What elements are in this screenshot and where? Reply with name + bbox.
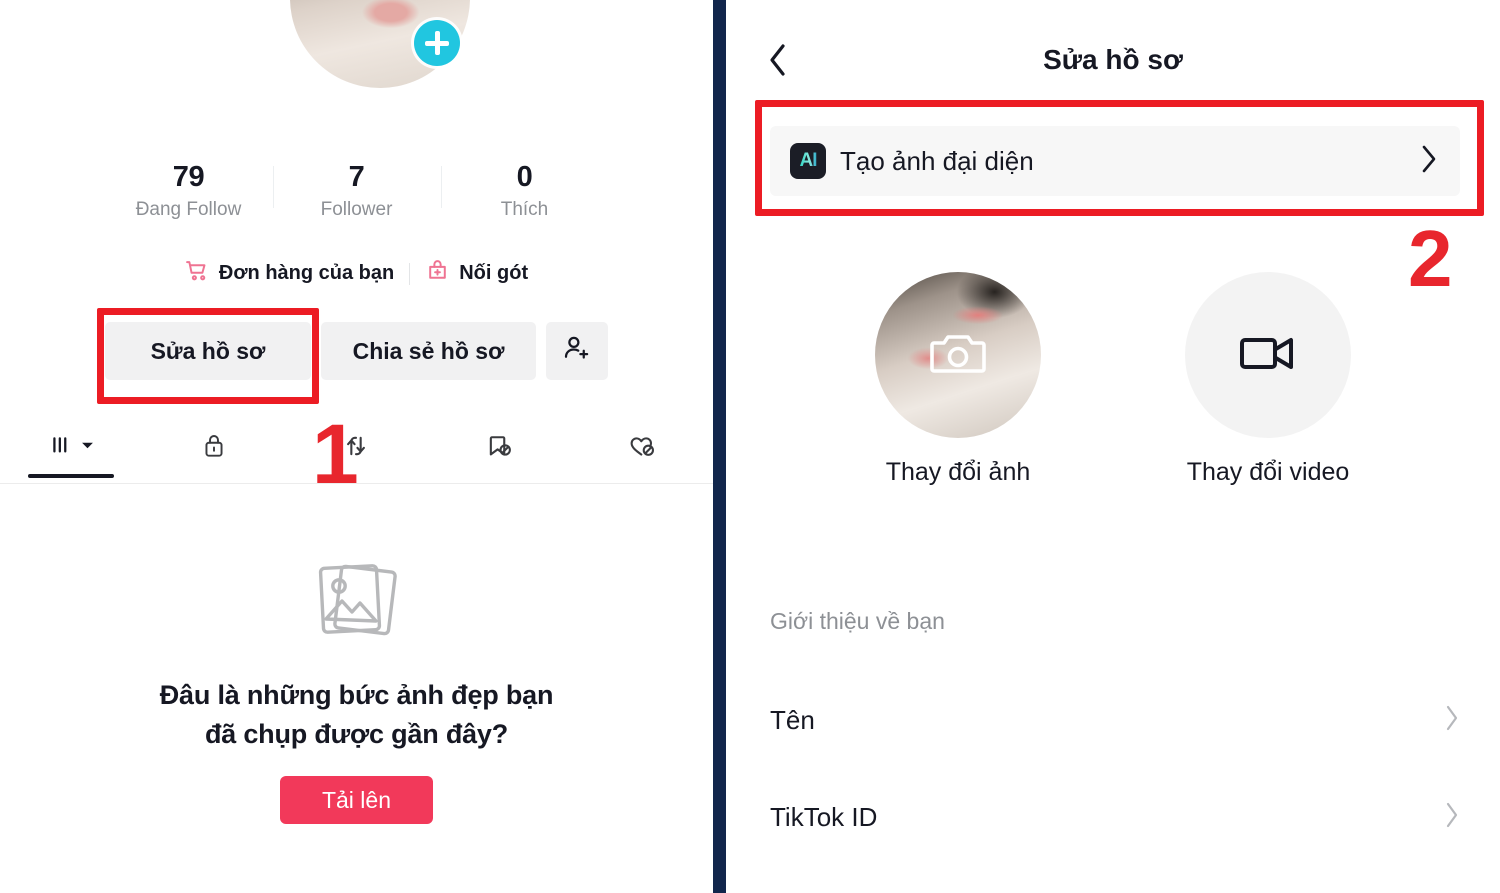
upload-button[interactable]: Tải lên — [280, 776, 433, 824]
photo-stack-icon — [305, 555, 409, 652]
edit-profile-header: Sửa hồ sơ — [726, 32, 1500, 88]
ai-badge-text: AI — [799, 150, 818, 171]
sidebar-item-liked[interactable] — [570, 412, 713, 484]
add-person-button[interactable] — [546, 322, 608, 380]
media-picker-row: Thay đổi ảnh Thay đổi video — [726, 272, 1500, 487]
chevron-right-icon — [1444, 704, 1460, 737]
ai-badge-icon: AI — [790, 143, 826, 179]
list-item-name[interactable]: Tên — [770, 690, 1460, 750]
quick-link-orders[interactable]: Đơn hàng của bạn — [185, 258, 394, 289]
chevron-right-icon — [1420, 144, 1438, 179]
change-photo-cell[interactable]: Thay đổi ảnh — [843, 272, 1073, 487]
camera-icon — [929, 327, 987, 384]
share-profile-button[interactable]: Chia sẻ hồ sơ — [321, 322, 536, 380]
change-photo-label: Thay đổi ảnh — [885, 458, 1031, 486]
bookmark-off-icon — [485, 432, 513, 465]
add-person-icon — [562, 333, 592, 369]
stat-value: 0 — [516, 161, 533, 193]
add-anchor-icon — [425, 258, 450, 289]
shopping-cart-icon — [185, 258, 210, 289]
chevron-left-icon[interactable] — [758, 40, 798, 80]
quick-link-anchor[interactable]: Nối gót — [425, 258, 528, 289]
quick-links-row: Đơn hàng của bạn Nối gót — [0, 258, 713, 289]
stat-followers[interactable]: 7 Follower — [272, 160, 441, 222]
active-tab-indicator — [28, 474, 115, 478]
stat-following[interactable]: 79 Đang Follow — [105, 160, 273, 222]
posts-grid-icon — [49, 433, 75, 464]
stat-label: Follower — [320, 199, 393, 220]
sidebar-item-posts[interactable] — [0, 412, 143, 484]
sidebar-item-favorites[interactable] — [428, 412, 571, 484]
chevron-down-icon[interactable] — [81, 439, 94, 457]
panel-divider — [713, 0, 726, 893]
stat-value: 79 — [172, 161, 205, 193]
profile-avatar-wrapper[interactable] — [290, 0, 470, 88]
profile-tabs — [0, 412, 713, 484]
tabs-divider — [0, 483, 713, 484]
stat-label: Đang Follow — [135, 199, 242, 220]
edit-profile-screen: Sửa hồ sơ AI Tạo ảnh đại diện Thay đổi ả… — [726, 0, 1500, 893]
video-cam-icon — [1238, 331, 1298, 380]
profile-actions: Sửa hồ sơ Chia sẻ hồ sơ — [0, 322, 713, 380]
page-title: Sửa hồ sơ — [1043, 44, 1183, 75]
stat-label: Thích — [500, 199, 549, 220]
edit-profile-button[interactable]: Sửa hồ sơ — [105, 322, 311, 380]
stat-value: 7 — [348, 161, 365, 193]
profile-screen: 79 Đang Follow 7 Follower 0 Thích Đơn hà… — [0, 0, 713, 893]
quick-links-divider — [409, 262, 411, 285]
heart-off-icon — [627, 432, 657, 465]
change-video-cell[interactable]: Thay đổi video — [1153, 272, 1383, 487]
create-ai-avatar-row[interactable]: AI Tạo ảnh đại diện — [770, 126, 1460, 196]
quick-link-label: Nối gót — [459, 262, 529, 284]
video-preview[interactable] — [1185, 272, 1351, 438]
profile-stats: 79 Đang Follow 7 Follower 0 Thích — [0, 160, 713, 222]
about-section-label: Giới thiệu về bạn — [770, 608, 945, 634]
empty-title-line-2: đã chụp được gần đây? — [204, 719, 509, 749]
chevron-right-icon — [1444, 801, 1460, 834]
empty-title-line-1: Đâu là những bức ảnh đẹp bạn — [159, 680, 554, 710]
sidebar-item-private[interactable] — [143, 412, 286, 484]
tutorial-screenshot: 79 Đang Follow 7 Follower 0 Thích Đơn hà… — [0, 0, 1500, 893]
empty-state-title: Đâu là những bức ảnh đẹp bạn đã chụp đượ… — [160, 676, 554, 754]
create-ai-avatar-label: Tạo ảnh đại diện — [840, 145, 1034, 176]
avatar-preview[interactable] — [875, 272, 1041, 438]
list-item-label: TikTok ID — [770, 801, 878, 832]
stat-likes[interactable]: 0 Thích — [440, 160, 609, 222]
list-item-tiktok-id[interactable]: TikTok ID — [770, 787, 1460, 847]
quick-link-label: Đơn hàng của bạn — [218, 262, 395, 284]
list-item-label: Tên — [770, 704, 815, 735]
lock-icon — [201, 432, 227, 465]
empty-state: Đâu là những bức ảnh đẹp bạn đã chụp đượ… — [0, 555, 713, 824]
plus-icon[interactable] — [414, 20, 460, 66]
sidebar-item-reposts[interactable] — [285, 412, 428, 484]
change-video-label: Thay đổi video — [1186, 458, 1350, 486]
repost-icon — [342, 432, 370, 465]
